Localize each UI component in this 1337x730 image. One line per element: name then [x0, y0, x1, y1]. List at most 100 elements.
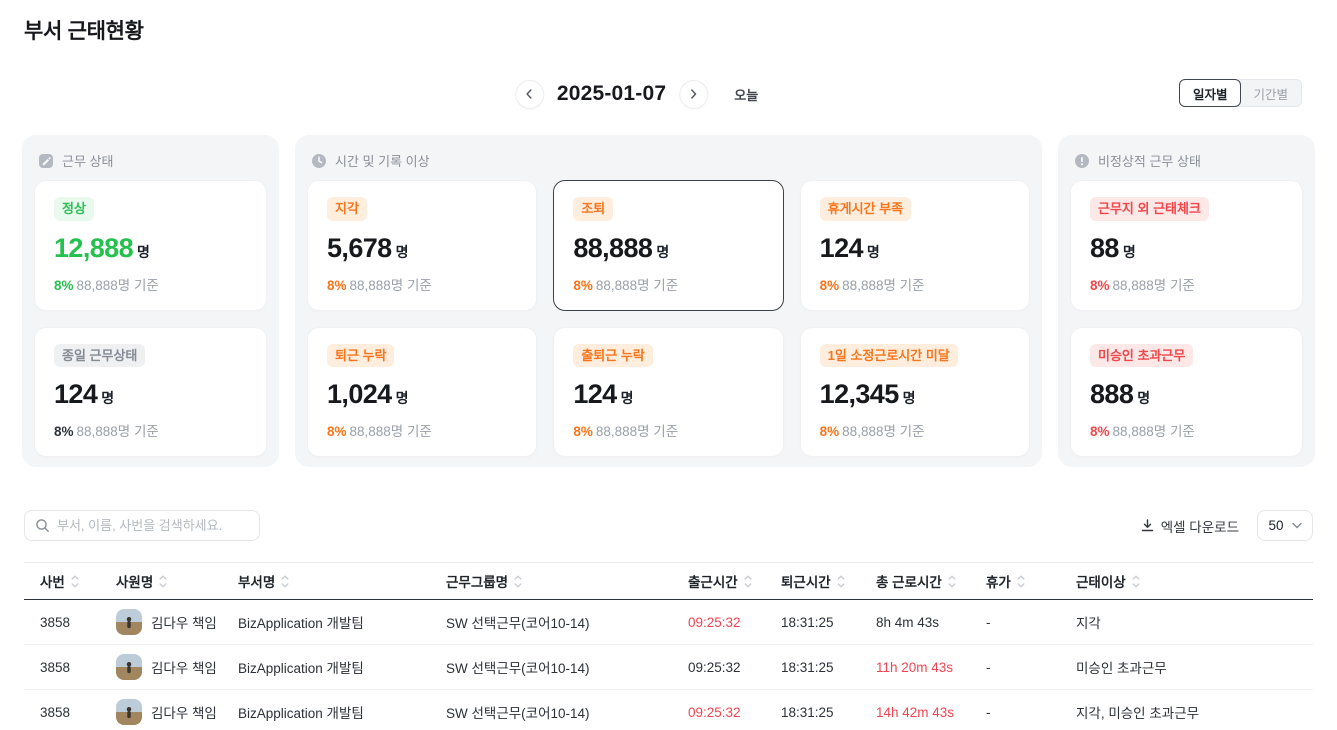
cell-check-out: 18:31:25	[765, 660, 860, 675]
stat-unit: 명	[101, 388, 114, 408]
cell-emp-id: 3858	[24, 705, 100, 720]
group-time-record-anomaly: 시간 및 기록 이상 지각 5,678 명 8%88,888명 기준 조퇴	[295, 135, 1042, 467]
employee-name: 김다우 책임	[151, 612, 217, 632]
value-line: 124 명	[573, 379, 763, 410]
column-header-check-in[interactable]: 출근시간	[672, 571, 765, 591]
stat-value: 5,678	[327, 233, 392, 264]
status-badge: 종일 근무상태	[54, 344, 145, 368]
value-line: 1,024 명	[327, 379, 517, 410]
column-header-emp-id[interactable]: 사번	[24, 571, 100, 591]
stat-percent: 8%	[1090, 424, 1110, 439]
stat-card-missing-checkout[interactable]: 퇴근 누락 1,024 명 8%88,888명 기준	[307, 327, 537, 458]
column-header-work-group[interactable]: 근무그룹명	[430, 571, 672, 591]
sort-icon[interactable]	[281, 575, 289, 588]
stat-value: 88,888	[573, 233, 652, 264]
sort-icon[interactable]	[1017, 575, 1025, 588]
search-input[interactable]	[57, 518, 249, 533]
stat-basis-text: 88,888명 기준	[596, 424, 678, 439]
cell-name: 김다우 책임	[100, 609, 222, 635]
page-size-select[interactable]: 50	[1257, 510, 1313, 541]
view-toggle: 일자별 기간별	[1179, 79, 1302, 107]
next-date-button[interactable]	[679, 80, 708, 109]
column-header-name[interactable]: 사원명	[100, 571, 222, 591]
stat-percent: 8%	[573, 278, 593, 293]
stat-value: 124	[820, 233, 863, 264]
sort-icon[interactable]	[948, 575, 956, 588]
column-header-total-hours[interactable]: 총 근로시간	[860, 571, 970, 591]
cell-check-in: 09:25:32	[672, 615, 765, 630]
value-line: 124 명	[820, 233, 1010, 264]
sort-icon[interactable]	[837, 575, 845, 588]
value-line: 12,888 명	[54, 233, 247, 264]
stat-basis: 8%88,888명 기준	[573, 274, 763, 294]
table-row[interactable]: 3858 김다우 책임 BizApplication 개발팀 SW 선택근무(코…	[24, 645, 1313, 690]
excel-download-button[interactable]: 엑셀 다운로드	[1140, 516, 1239, 536]
stat-basis-text: 88,888명 기준	[1113, 424, 1195, 439]
group-title: 근무 상태	[62, 151, 113, 170]
date-nav: 2025-01-07 오늘	[515, 77, 758, 111]
sort-icon[interactable]	[71, 575, 79, 588]
status-badge: 퇴근 누락	[327, 344, 394, 368]
column-header-dept[interactable]: 부서명	[222, 571, 430, 591]
group-time-record-header: 시간 및 기록 이상	[307, 147, 1030, 180]
sort-icon[interactable]	[744, 575, 752, 588]
stat-value: 124	[573, 379, 616, 410]
stat-value: 12,888	[54, 233, 133, 264]
value-line: 124 명	[54, 379, 247, 410]
cell-name: 김다우 책임	[100, 654, 222, 680]
stat-value: 12,345	[820, 379, 899, 410]
status-badge: 지각	[327, 197, 367, 221]
clock-icon	[311, 153, 327, 169]
sort-icon[interactable]	[514, 575, 522, 588]
cell-leave: -	[970, 615, 1060, 630]
sort-icon[interactable]	[159, 575, 167, 588]
table-toolbar: 엑셀 다운로드 50	[24, 510, 1313, 541]
stat-unit: 명	[621, 388, 634, 408]
stat-basis: 8%88,888명 기준	[54, 420, 247, 440]
column-header-leave[interactable]: 휴가	[970, 571, 1060, 591]
search-box[interactable]	[24, 510, 260, 541]
stat-card-allday-status[interactable]: 종일 근무상태 124 명 8%88,888명 기준	[34, 327, 267, 458]
stat-percent: 8%	[573, 424, 593, 439]
stat-basis: 8%88,888명 기준	[1090, 420, 1283, 440]
stat-percent: 8%	[820, 278, 840, 293]
sort-icon[interactable]	[1132, 575, 1140, 588]
status-badge: 정상	[54, 197, 94, 221]
alert-icon	[1074, 153, 1090, 169]
stat-percent: 8%	[820, 424, 840, 439]
status-badge: 조퇴	[573, 197, 613, 221]
stat-percent: 8%	[327, 278, 347, 293]
status-badge: 휴게시간 부족	[820, 197, 911, 221]
table-row[interactable]: 3858 김다우 책임 BizApplication 개발팀 SW 선택근무(코…	[24, 690, 1313, 730]
stat-unit: 명	[867, 242, 880, 262]
today-button[interactable]: 오늘	[734, 85, 758, 104]
stat-card-offsite-check[interactable]: 근무지 외 근태체크 88 명 8%88,888명 기준	[1070, 180, 1303, 311]
excel-download-label: 엑셀 다운로드	[1161, 516, 1239, 536]
group-abnormal-work-header: 비정상적 근무 상태	[1070, 147, 1303, 180]
stat-card-missing-check-in-out[interactable]: 출퇴근 누락 124 명 8%88,888명 기준	[553, 327, 783, 458]
current-date[interactable]: 2025-01-07	[557, 82, 666, 106]
prev-date-button[interactable]	[515, 80, 544, 109]
stat-value: 1,024	[327, 379, 392, 410]
page-header: 부서 근태현황	[0, 0, 1337, 45]
date-bar: 2025-01-07 오늘 일자별 기간별	[0, 77, 1337, 111]
column-header-check-out[interactable]: 퇴근시간	[765, 571, 860, 591]
stat-card-unapproved-overtime[interactable]: 미승인 초과근무 888 명 8%88,888명 기준	[1070, 327, 1303, 458]
table-row[interactable]: 3858 김다우 책임 BizApplication 개발팀 SW 선택근무(코…	[24, 600, 1313, 645]
status-badge: 출퇴근 누락	[573, 344, 652, 368]
stat-card-early-leave[interactable]: 조퇴 88,888 명 8%88,888명 기준	[553, 180, 783, 311]
cell-check-out: 18:31:25	[765, 705, 860, 720]
group-work-status: 근무 상태 정상 12,888 명 8%88,888명 기준 종일 근무상태	[22, 135, 279, 467]
tab-period[interactable]: 기간별	[1238, 79, 1302, 107]
download-icon	[1140, 518, 1155, 533]
stat-card-normal[interactable]: 정상 12,888 명 8%88,888명 기준	[34, 180, 267, 311]
attendance-table: 사번 사원명 부서명 근무그룹명 출근시간 퇴근시간 총 근로시간 휴가 근태이…	[24, 562, 1313, 730]
stat-card-break-shortage[interactable]: 휴게시간 부족 124 명 8%88,888명 기준	[800, 180, 1030, 311]
employee-avatar	[116, 609, 142, 635]
stat-card-late[interactable]: 지각 5,678 명 8%88,888명 기준	[307, 180, 537, 311]
tab-daily[interactable]: 일자별	[1179, 79, 1242, 107]
stat-unit: 명	[1123, 242, 1136, 262]
column-header-anomaly[interactable]: 근태이상	[1060, 571, 1313, 591]
memo-icon	[38, 153, 54, 169]
stat-card-under-required-hours[interactable]: 1일 소정근로시간 미달 12,345 명 8%88,888명 기준	[800, 327, 1030, 458]
